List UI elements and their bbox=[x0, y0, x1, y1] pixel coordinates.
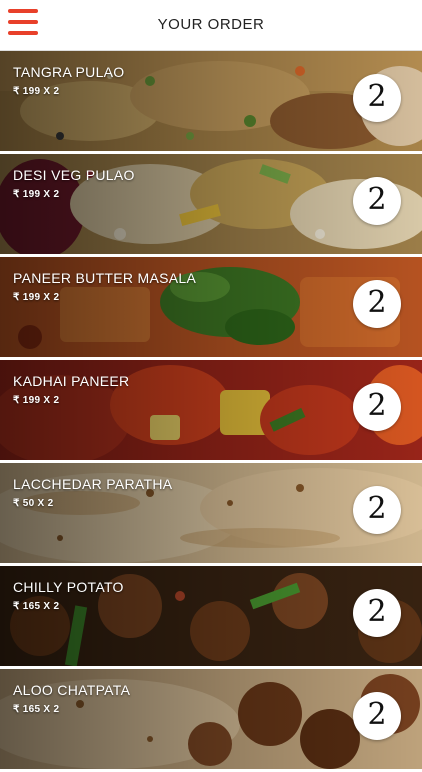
order-item-desi-veg-pulao[interactable]: DESI VEG PULAO ₹ 199 X 2 2 bbox=[0, 154, 422, 254]
item-price: ₹ 199 X 2 bbox=[13, 292, 60, 303]
quantity-badge[interactable]: 2 bbox=[353, 74, 401, 122]
quantity-badge[interactable]: 2 bbox=[353, 692, 401, 740]
item-name: ALOO CHATPATA bbox=[13, 682, 131, 698]
quantity-badge[interactable]: 2 bbox=[353, 589, 401, 637]
item-name: CHILLY POTATO bbox=[13, 579, 124, 595]
app-header: YOUR ORDER bbox=[0, 0, 422, 51]
quantity-badge[interactable]: 2 bbox=[353, 177, 401, 225]
menu-bar bbox=[8, 9, 38, 13]
item-price: ₹ 165 X 2 bbox=[13, 704, 60, 715]
item-name: PANEER BUTTER MASALA bbox=[13, 270, 197, 286]
order-item-tangra-pulao[interactable]: TANGRA PULAO ₹ 199 X 2 2 bbox=[0, 51, 422, 151]
page-title: YOUR ORDER bbox=[157, 16, 265, 33]
item-price: ₹ 50 X 2 bbox=[13, 498, 54, 509]
order-item-kadhai-paneer[interactable]: KADHAI PANEER ₹ 199 X 2 2 bbox=[0, 360, 422, 460]
order-item-chilly-potato[interactable]: CHILLY POTATO ₹ 165 X 2 2 bbox=[0, 566, 422, 666]
item-name: TANGRA PULAO bbox=[13, 64, 125, 80]
item-price: ₹ 165 X 2 bbox=[13, 601, 60, 612]
item-name: DESI VEG PULAO bbox=[13, 167, 135, 183]
order-list: TANGRA PULAO ₹ 199 X 2 2 DESI VEG PULAO … bbox=[0, 51, 422, 772]
quantity-badge[interactable]: 2 bbox=[353, 280, 401, 328]
item-price: ₹ 199 X 2 bbox=[13, 86, 60, 97]
item-name: KADHAI PANEER bbox=[13, 373, 130, 389]
item-name: LACCHEDAR PARATHA bbox=[13, 476, 173, 492]
order-item-aloo-chatpata[interactable]: ALOO CHATPATA ₹ 165 X 2 2 bbox=[0, 669, 422, 769]
order-item-paneer-butter-masala[interactable]: PANEER BUTTER MASALA ₹ 199 X 2 2 bbox=[0, 257, 422, 357]
item-price: ₹ 199 X 2 bbox=[13, 395, 60, 406]
item-price: ₹ 199 X 2 bbox=[13, 189, 60, 200]
quantity-badge[interactable]: 2 bbox=[353, 486, 401, 534]
order-item-lacchedar-paratha[interactable]: LACCHEDAR PARATHA ₹ 50 X 2 2 bbox=[0, 463, 422, 563]
quantity-badge[interactable]: 2 bbox=[353, 383, 401, 431]
